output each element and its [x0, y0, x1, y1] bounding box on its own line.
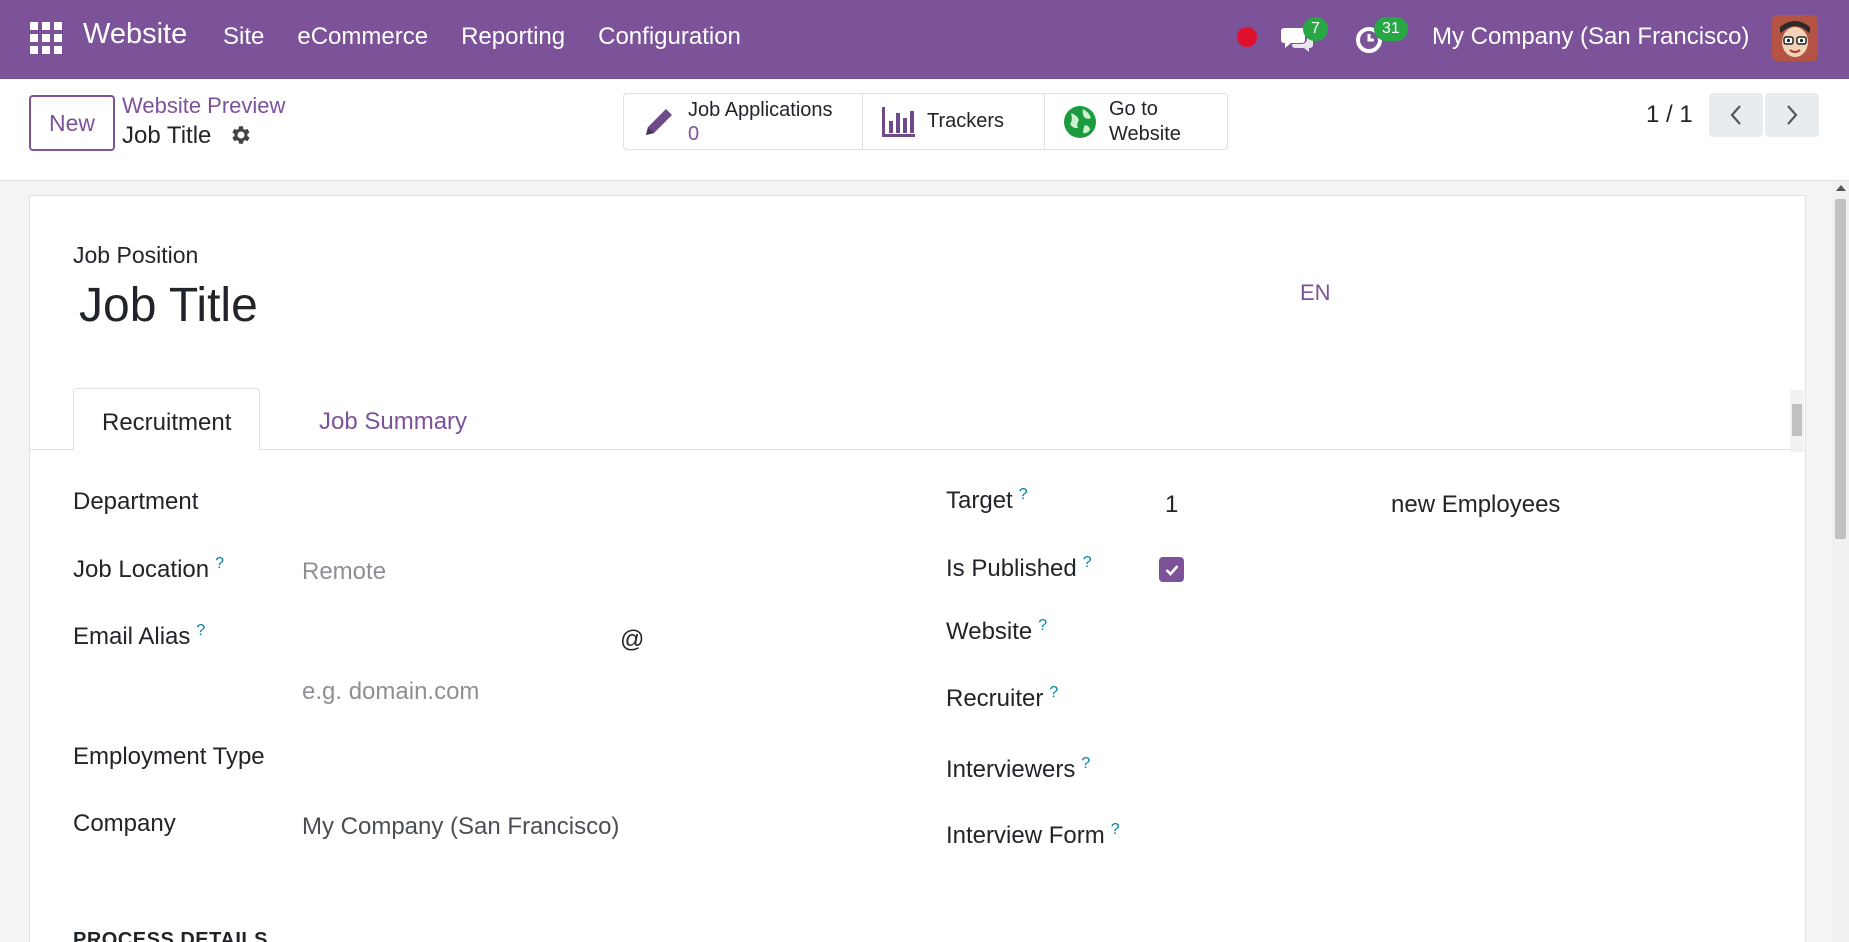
employment-type-label: Employment Type [73, 743, 265, 770]
help-icon[interactable]: ? [1111, 821, 1120, 838]
job-applications-button[interactable]: Job Applications 0 [623, 93, 863, 150]
interview-form-label: Interview Form? [946, 821, 1120, 849]
go-to-website-label-line1: Go to [1109, 97, 1158, 120]
tabs-scrollbar-thumb[interactable] [1792, 404, 1802, 436]
top-navbar: Website Site eCommerce Reporting Configu… [0, 0, 1849, 79]
tab-recruitment[interactable]: Recruitment [73, 388, 261, 451]
tab-job-summary[interactable]: Job Summary [291, 388, 495, 451]
menu-item-ecommerce[interactable]: eCommerce [297, 23, 428, 51]
company-switcher[interactable]: My Company (San Francisco) [1432, 23, 1749, 51]
email-at-sign: @ [620, 626, 645, 653]
help-icon[interactable]: ? [215, 555, 224, 572]
job-title-input[interactable]: Job Title [79, 278, 258, 333]
globe-icon [1064, 105, 1096, 138]
check-icon [1165, 564, 1178, 576]
activities-count-badge: 31 [1374, 17, 1408, 41]
help-icon[interactable]: ? [1038, 617, 1047, 634]
menu-item-site[interactable]: Site [223, 23, 264, 51]
recruiter-label: Recruiter? [946, 684, 1059, 712]
is-published-label: Is Published? [946, 554, 1092, 582]
trackers-label: Trackers [927, 110, 1005, 132]
menu-item-configuration[interactable]: Configuration [598, 23, 741, 51]
chevron-right-icon [1787, 105, 1798, 125]
email-alias-label: Email Alias? [73, 622, 206, 650]
is-published-checkbox[interactable] [1159, 557, 1184, 582]
job-applications-label: Job Applications [688, 98, 833, 121]
page-scrollbar[interactable] [1832, 181, 1849, 942]
gear-icon[interactable] [228, 123, 252, 147]
job-location-label: Job Location? [73, 555, 225, 583]
recording-indicator[interactable] [1237, 27, 1257, 47]
target-input[interactable]: 1 [1165, 491, 1178, 519]
target-suffix: new Employees [1391, 491, 1561, 518]
interviewers-label: Interviewers? [946, 755, 1091, 783]
website-label: Website? [946, 617, 1048, 645]
help-icon[interactable]: ? [1083, 554, 1092, 571]
chevron-left-icon [1730, 105, 1741, 125]
department-label: Department [73, 488, 199, 515]
job-position-label: Job Position [73, 242, 199, 268]
company-input[interactable]: My Company (San Francisco) [302, 813, 619, 841]
control-panel: New Website Preview Job Title Job Applic… [0, 79, 1849, 181]
new-button[interactable]: New [29, 95, 115, 151]
process-details-heading: PROCESS DETAILS [73, 929, 268, 942]
user-avatar[interactable] [1772, 15, 1818, 61]
help-icon[interactable]: ? [1019, 486, 1028, 503]
email-domain-input[interactable]: e.g. domain.com [302, 678, 479, 706]
form-tabs: Recruitment Job Summary [30, 388, 1805, 451]
job-applications-count: 0 [688, 122, 700, 145]
pager-next-button[interactable] [1765, 93, 1819, 137]
main-menu: Site eCommerce Reporting Configuration [223, 23, 774, 51]
target-label: Target? [946, 486, 1028, 514]
help-icon[interactable]: ? [196, 622, 205, 639]
pager-value[interactable]: 1 / 1 [1646, 101, 1693, 129]
messages-count-badge: 7 [1303, 17, 1328, 41]
trackers-button[interactable]: Trackers [862, 93, 1045, 150]
breadcrumb-current: Job Title [122, 122, 212, 149]
pager-previous-button[interactable] [1709, 93, 1763, 137]
avatar-face-icon [1772, 15, 1818, 61]
app-name[interactable]: Website [83, 18, 187, 51]
bar-chart-icon [882, 106, 915, 137]
page-scrollbar-thumb[interactable] [1835, 199, 1846, 539]
go-to-website-button[interactable]: Go to Website [1044, 93, 1228, 150]
company-label: Company [73, 810, 176, 837]
job-location-input[interactable]: Remote [302, 558, 386, 586]
scroll-up-arrow-icon[interactable] [1836, 185, 1846, 191]
form-sheet: Job Position Job Title EN Recruitment Jo… [29, 195, 1806, 942]
help-icon[interactable]: ? [1081, 755, 1090, 772]
help-icon[interactable]: ? [1049, 684, 1058, 701]
apps-grid-icon[interactable] [30, 22, 62, 54]
language-toggle[interactable]: EN [1300, 280, 1331, 306]
menu-item-reporting[interactable]: Reporting [461, 23, 565, 51]
breadcrumb-parent-link[interactable]: Website Preview [122, 93, 285, 119]
tabs-scrollbar[interactable] [1790, 390, 1804, 452]
pencil-icon [646, 108, 672, 135]
go-to-website-label-line2: Website [1109, 122, 1181, 145]
